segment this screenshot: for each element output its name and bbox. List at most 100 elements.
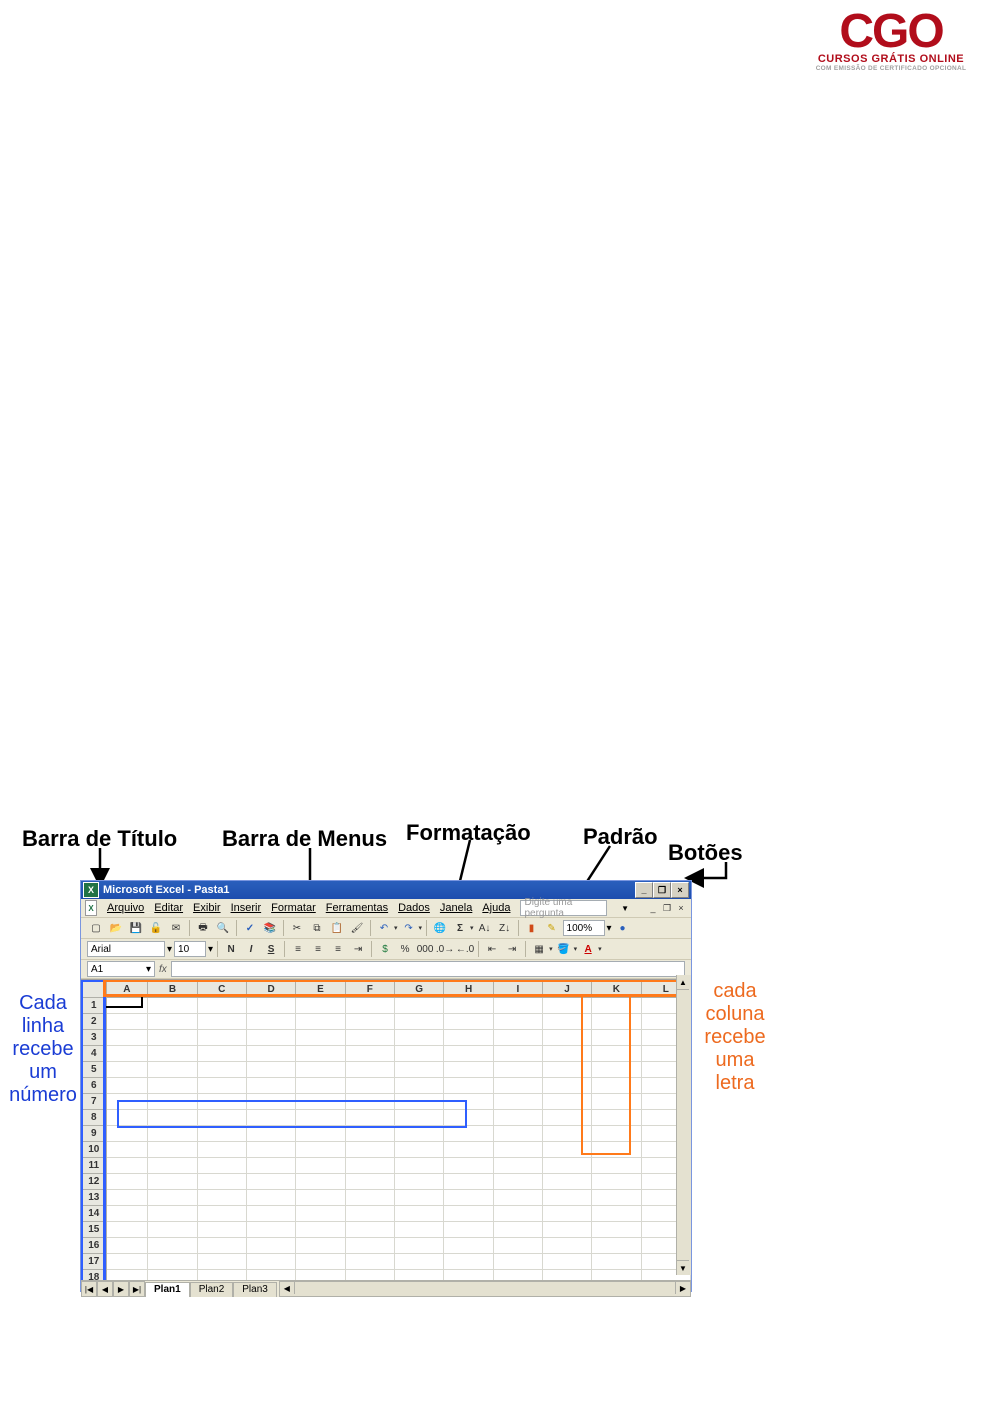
cell-F7[interactable]: [345, 1094, 394, 1110]
cell-J9[interactable]: [542, 1126, 591, 1142]
permission-icon[interactable]: 🔓: [147, 919, 165, 937]
cell-I12[interactable]: [493, 1174, 542, 1190]
cell-I5[interactable]: [493, 1062, 542, 1078]
cell-D1[interactable]: [246, 998, 295, 1014]
cell-E3[interactable]: [296, 1030, 345, 1046]
cell-F1[interactable]: [345, 998, 394, 1014]
formula-input[interactable]: [171, 961, 685, 977]
chart-wizard-icon[interactable]: ▮: [523, 919, 541, 937]
cell-C5[interactable]: [197, 1062, 246, 1078]
cell-D3[interactable]: [246, 1030, 295, 1046]
doc-minimize-button[interactable]: _: [647, 902, 659, 914]
sort-asc-icon[interactable]: A↓: [476, 919, 494, 937]
cell-B10[interactable]: [148, 1142, 197, 1158]
cell-A10[interactable]: [106, 1142, 148, 1158]
cell-C11[interactable]: [197, 1158, 246, 1174]
cell-C2[interactable]: [197, 1014, 246, 1030]
cell-I16[interactable]: [493, 1238, 542, 1254]
cell-F6[interactable]: [345, 1078, 394, 1094]
cell-I7[interactable]: [493, 1094, 542, 1110]
cell-K17[interactable]: [592, 1254, 641, 1270]
cell-J12[interactable]: [542, 1174, 591, 1190]
cell-E5[interactable]: [296, 1062, 345, 1078]
cell-K7[interactable]: [592, 1094, 641, 1110]
cell-D18[interactable]: [246, 1270, 295, 1281]
cell-C4[interactable]: [197, 1046, 246, 1062]
mail-icon[interactable]: ✉: [167, 919, 185, 937]
cell-A5[interactable]: [106, 1062, 148, 1078]
cell-C14[interactable]: [197, 1206, 246, 1222]
cell-K14[interactable]: [592, 1206, 641, 1222]
row-header-4[interactable]: 4: [82, 1046, 107, 1062]
cell-J3[interactable]: [542, 1030, 591, 1046]
column-header-a[interactable]: A: [106, 981, 148, 998]
horizontal-scrollbar[interactable]: ◀ ▶: [279, 1281, 691, 1297]
row-header-18[interactable]: 18: [82, 1270, 107, 1281]
redo-icon[interactable]: ↷: [400, 919, 418, 937]
cell-G4[interactable]: [394, 1046, 443, 1062]
cell-C12[interactable]: [197, 1174, 246, 1190]
row-header-8[interactable]: 8: [82, 1110, 107, 1126]
cell-I2[interactable]: [493, 1014, 542, 1030]
cell-D9[interactable]: [246, 1126, 295, 1142]
cell-K16[interactable]: [592, 1238, 641, 1254]
cell-A16[interactable]: [106, 1238, 148, 1254]
cell-F9[interactable]: [345, 1126, 394, 1142]
cell-G13[interactable]: [394, 1190, 443, 1206]
cell-H15[interactable]: [444, 1222, 493, 1238]
column-header-f[interactable]: F: [345, 981, 394, 998]
cell-B15[interactable]: [148, 1222, 197, 1238]
cell-I17[interactable]: [493, 1254, 542, 1270]
sort-desc-icon[interactable]: Z↓: [496, 919, 514, 937]
new-icon[interactable]: ▢: [87, 919, 105, 937]
cell-C18[interactable]: [197, 1270, 246, 1281]
align-left-icon[interactable]: ≡: [289, 940, 307, 958]
maximize-button[interactable]: ❐: [653, 882, 671, 898]
cell-J11[interactable]: [542, 1158, 591, 1174]
cell-A9[interactable]: [106, 1126, 148, 1142]
row-header-14[interactable]: 14: [82, 1206, 107, 1222]
row-header-15[interactable]: 15: [82, 1222, 107, 1238]
column-header-k[interactable]: K: [592, 981, 641, 998]
cell-C9[interactable]: [197, 1126, 246, 1142]
cell-G11[interactable]: [394, 1158, 443, 1174]
menu-arquivo[interactable]: Arquivo: [107, 902, 144, 914]
cell-G8[interactable]: [394, 1110, 443, 1126]
scroll-down-icon[interactable]: ▼: [677, 1260, 689, 1275]
column-header-b[interactable]: B: [148, 981, 197, 998]
cell-F15[interactable]: [345, 1222, 394, 1238]
menu-ajuda[interactable]: Ajuda: [482, 902, 510, 914]
cell-A12[interactable]: [106, 1174, 148, 1190]
cell-G17[interactable]: [394, 1254, 443, 1270]
copy-icon[interactable]: ⧉: [308, 919, 326, 937]
column-header-e[interactable]: E: [296, 981, 345, 998]
menu-exibir[interactable]: Exibir: [193, 902, 221, 914]
cell-H10[interactable]: [444, 1142, 493, 1158]
cell-B12[interactable]: [148, 1174, 197, 1190]
cell-B18[interactable]: [148, 1270, 197, 1281]
autosum-icon[interactable]: Σ: [451, 919, 469, 937]
cell-F16[interactable]: [345, 1238, 394, 1254]
font-size-dropdown-icon[interactable]: ▾: [208, 944, 213, 955]
cell-B6[interactable]: [148, 1078, 197, 1094]
cell-E6[interactable]: [296, 1078, 345, 1094]
decrease-indent-icon[interactable]: ⇤: [483, 940, 501, 958]
cell-B4[interactable]: [148, 1046, 197, 1062]
research-icon[interactable]: 📚: [261, 919, 279, 937]
cell-B11[interactable]: [148, 1158, 197, 1174]
cell-D8[interactable]: [246, 1110, 295, 1126]
cell-E13[interactable]: [296, 1190, 345, 1206]
cell-D5[interactable]: [246, 1062, 295, 1078]
cell-I11[interactable]: [493, 1158, 542, 1174]
cell-C8[interactable]: [197, 1110, 246, 1126]
cell-J15[interactable]: [542, 1222, 591, 1238]
cell-A17[interactable]: [106, 1254, 148, 1270]
hyperlink-icon[interactable]: 🌐: [431, 919, 449, 937]
align-center-icon[interactable]: ≡: [309, 940, 327, 958]
row-header-3[interactable]: 3: [82, 1030, 107, 1046]
cell-C6[interactable]: [197, 1078, 246, 1094]
row-header-9[interactable]: 9: [82, 1126, 107, 1142]
cell-E12[interactable]: [296, 1174, 345, 1190]
cell-K4[interactable]: [592, 1046, 641, 1062]
print-preview-icon[interactable]: 🔍: [214, 919, 232, 937]
